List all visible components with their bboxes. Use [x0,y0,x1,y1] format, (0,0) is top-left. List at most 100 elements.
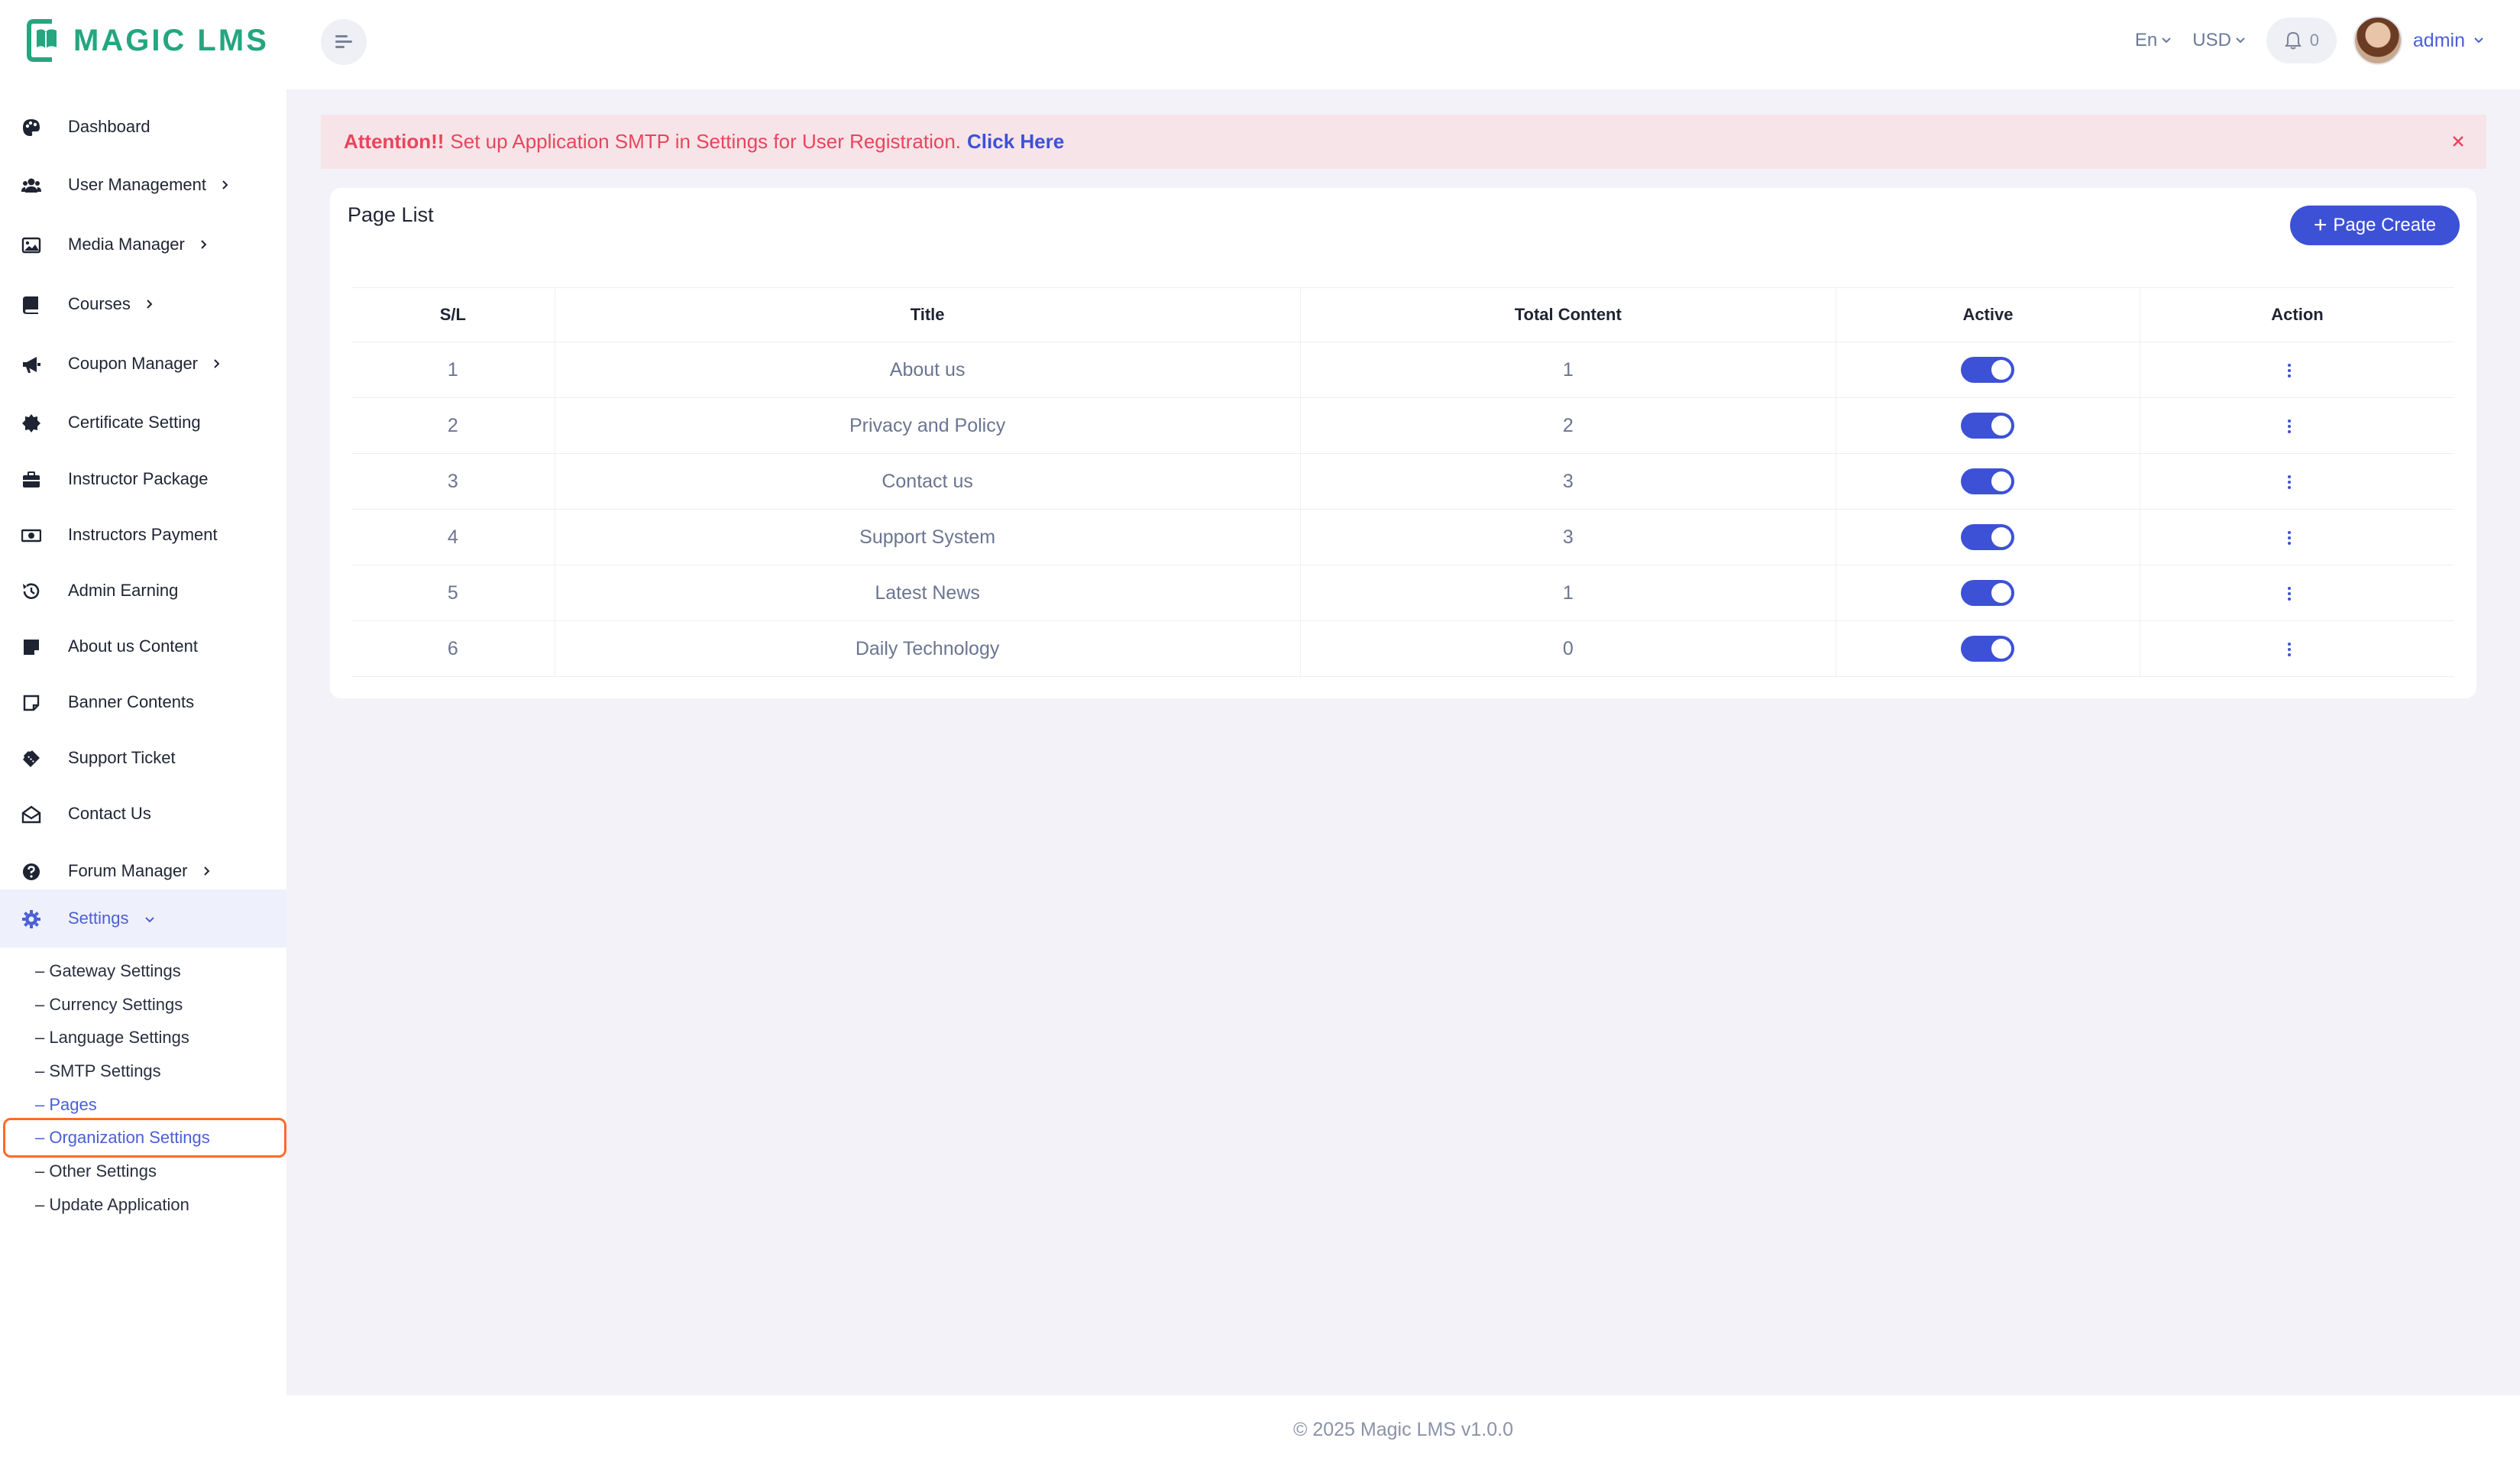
submenu-currency-settings[interactable]: – Currency Settings [35,995,183,1015]
kebab-menu-icon[interactable] [2285,640,2294,659]
active-toggle[interactable] [1961,413,2015,439]
palette-icon [23,119,40,136]
sidebar-item-label: Instructors Payment [68,525,218,544]
toggle-knob [1991,583,2012,603]
toggle-knob [1991,360,2012,380]
note-icon [24,640,39,655]
sidebar-item-label: About us Content [68,636,199,656]
briefcase-icon [23,471,40,487]
table-row: 1 About us 1 [351,342,2454,398]
notification-button[interactable]: 0 [2266,18,2337,63]
kebab-menu-icon[interactable] [2285,473,2294,491]
kebab-menu-icon[interactable] [2285,529,2294,547]
gear-icon [22,910,40,928]
chevron-down-icon [144,917,154,923]
cell-active [1835,453,2140,510]
notification-count: 0 [2309,31,2320,50]
smtp-alert: Attention!! Set up Application SMTP in S… [321,115,2486,169]
sticky-note-icon [23,695,40,711]
submenu-other-settings[interactable]: – Other Settings [35,1161,157,1181]
sidebar-item-settings[interactable]: Settings [0,889,286,947]
question-icon [23,863,40,880]
sidebar-item-about-us-content[interactable]: About us Content [0,617,286,675]
active-toggle[interactable] [1961,580,2015,606]
kebab-menu-icon[interactable] [2285,417,2294,436]
kebab-menu-icon[interactable] [2285,361,2294,380]
sidebar-item-support-ticket[interactable]: Support Ticket [0,729,286,787]
column-header: Total Content [1299,287,1836,342]
table-header-row: S/L Title Total Content Active Action [351,287,2454,342]
cell-sl: 2 [351,397,555,454]
envelope-open-icon [21,805,41,824]
sidebar-item-label: Support Ticket [68,748,176,767]
sidebar-item-label: Instructor Package [68,469,209,488]
cell-total-content: 2 [1299,397,1836,454]
sidebar-item-coupon-manager[interactable]: Coupon Manager [0,335,286,393]
cell-action [2140,620,2454,677]
cell-total-content: 1 [1299,565,1836,621]
kebab-menu-icon[interactable] [2285,585,2294,603]
sidebar-item-certificate-setting[interactable]: Certificate Setting [0,394,286,452]
avatar[interactable] [2353,16,2402,65]
cell-action [2140,397,2454,454]
cell-title: Support System [554,509,1301,565]
cell-sl: 6 [351,620,555,677]
active-toggle[interactable] [1961,468,2015,494]
chevron-right-icon [203,866,210,876]
chevron-down-icon [2236,37,2245,44]
currency-dropdown[interactable]: USD [2192,30,2247,51]
user-menu[interactable]: admin [2413,30,2485,52]
user-name: admin [2412,29,2465,51]
sidebar-item-label: User Management [68,175,229,195]
alert-link[interactable]: Click Here [967,130,1064,154]
submenu-pages[interactable]: – Pages [35,1095,97,1115]
language-dropdown[interactable]: En [2135,30,2172,51]
close-icon[interactable] [2448,131,2468,151]
column-header: Action [2140,287,2454,342]
sidebar-item-contact-us[interactable]: Contact Us [0,785,286,843]
submenu-smtp-settings[interactable]: – SMTP Settings [35,1061,161,1081]
cell-title: Latest News [554,565,1301,621]
cell-sl: 3 [351,453,555,510]
sidebar-item-label: Courses [68,294,154,314]
alert-heading: Attention!! [344,130,445,153]
cell-active [1835,565,2140,621]
brand[interactable]: MAGIC LMS [26,17,269,64]
chevron-down-icon [2162,37,2171,44]
cell-total-content: 0 [1299,620,1836,677]
active-toggle[interactable] [1961,357,2015,383]
image-icon [21,237,41,254]
sidebar-item-banner-contents[interactable]: Banner Contents [0,673,286,731]
submenu-language-settings[interactable]: – Language Settings [35,1028,189,1048]
megaphone-icon [23,357,40,373]
cell-active [1835,620,2140,677]
cell-title: About us [554,342,1301,398]
menu-toggle-button[interactable] [321,19,367,65]
table-row: 3 Contact us 3 [351,453,2454,510]
book-icon [23,296,38,314]
sidebar-item-dashboard[interactable]: Dashboard [0,98,286,156]
submenu-update-application[interactable]: – Update Application [35,1195,189,1215]
table-row: 5 Latest News 1 [351,565,2454,621]
cell-sl: 4 [351,509,555,565]
sidebar-item-instructors-payment[interactable]: Instructors Payment [0,506,286,564]
sidebar-item-label: Banner Contents [68,692,195,711]
chevron-right-icon [214,359,220,368]
cell-active [1835,342,2140,398]
active-toggle[interactable] [1961,636,2015,662]
page-create-button[interactable]: + Page Create [2290,206,2460,245]
active-toggle[interactable] [1961,524,2015,550]
footer-copyright: © 2025 Magic LMS v1.0.0 [1292,1418,1513,1440]
page-list-card: Page List + Page Create S/L Title Total … [330,188,2476,698]
sidebar-item-user-management[interactable]: User Management [0,156,286,214]
sidebar-item-admin-earning[interactable]: Admin Earning [0,562,286,620]
history-icon [23,583,40,599]
toggle-knob [1991,639,2012,659]
sidebar-item-instructor-package[interactable]: Instructor Package [0,450,286,508]
sidebar-item-courses[interactable]: Courses [0,275,286,333]
money-icon [21,529,41,543]
sidebar-item-media-manager[interactable]: Media Manager [0,215,286,274]
header-actions: En USD 0 admin [2135,16,2485,65]
language-value: En [2134,30,2158,50]
submenu-gateway-settings[interactable]: – Gateway Settings [35,961,181,981]
